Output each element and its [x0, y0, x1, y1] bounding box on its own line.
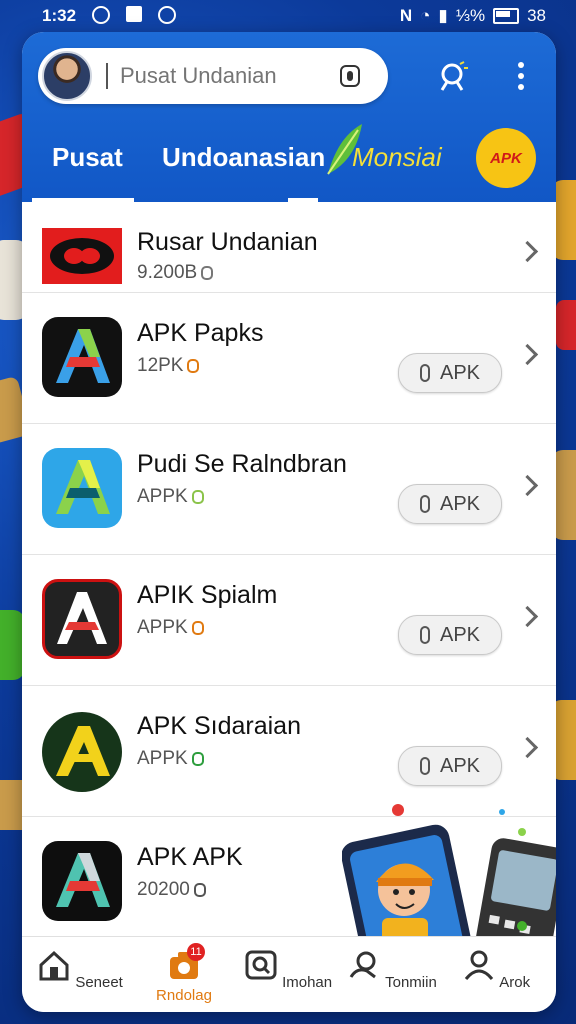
info-icon — [191, 752, 204, 766]
app-icon — [42, 448, 122, 528]
app-icon — [42, 841, 122, 921]
info-icon — [191, 490, 204, 504]
clip-icon — [419, 626, 430, 644]
app-subtitle: APPK — [137, 617, 204, 639]
nav-item-profile[interactable]: Arok — [446, 949, 546, 991]
battery-percent: ⅓% — [455, 6, 486, 25]
notification-count-badge: 11 — [187, 943, 205, 961]
photo-status-icon — [126, 6, 142, 22]
app-logo-icon — [42, 228, 122, 284]
avatar[interactable] — [42, 51, 92, 101]
more-menu-icon[interactable] — [518, 62, 524, 92]
clip-icon — [419, 757, 430, 775]
chevron-right-icon[interactable] — [516, 240, 539, 263]
nav-label: Arok — [499, 974, 531, 991]
chevron-right-icon[interactable] — [516, 605, 539, 628]
chat-icon — [349, 951, 377, 979]
tab-undoanasian[interactable]: Undoanasian — [162, 142, 325, 173]
tab-monsiai[interactable]: Monsiai — [352, 142, 442, 173]
clip-icon — [419, 495, 430, 513]
chevron-right-icon[interactable] — [516, 343, 539, 366]
nav-item-chat[interactable]: Tonmiin — [342, 949, 442, 991]
info-icon — [201, 266, 214, 280]
status-time: 1:32 — [42, 6, 77, 25]
clip-icon — [419, 364, 430, 382]
background-decoration — [556, 300, 576, 350]
app-window: Pusat Undoanasian Monsiai APK Rusar Unda… — [22, 32, 556, 1012]
profile-icon — [464, 950, 494, 980]
bottom-navigation: Seneet 11 Rndolag Imohan Tonmiin Arok — [22, 936, 556, 1012]
tab-pusat[interactable]: Pusat — [52, 142, 123, 173]
list-item[interactable]: Pudi Se Ralndbran APPK APK — [22, 424, 556, 555]
apk-download-button[interactable]: APK — [398, 746, 502, 786]
tab-bar: Pusat Undoanasian Monsiai APK — [22, 124, 556, 202]
app-title: APK Sıdaraian — [137, 712, 301, 740]
nav-label: Imohan — [282, 974, 333, 991]
list-item[interactable]: APIK Spialm APPK APK — [22, 555, 556, 686]
tab-indicator — [32, 198, 134, 202]
text-cursor — [106, 63, 108, 89]
camera-icon: 11 — [167, 943, 205, 981]
nav-label: Tonmiin — [385, 974, 437, 991]
app-subtitle: 9.200B — [137, 262, 214, 284]
status-bar: 1:32 N ◔ ▮ ⅓% 38 — [0, 0, 576, 32]
app-title: APK Papks — [137, 319, 264, 347]
apk-download-button[interactable]: APK — [398, 615, 502, 655]
app-icon — [42, 712, 122, 792]
nfc-icon: N — [399, 6, 413, 25]
search-bar[interactable] — [38, 48, 388, 104]
app-header: Pusat Undoanasian Monsiai APK — [22, 32, 556, 202]
chevron-right-icon[interactable] — [516, 736, 539, 759]
app-subtitle: APPK — [137, 486, 204, 508]
status-extra: 38 — [527, 6, 546, 25]
signal-icon: ▮ — [438, 6, 448, 25]
app-icon — [42, 317, 122, 397]
app-title: Rusar Undanian — [137, 228, 318, 256]
notification-bell-icon[interactable] — [438, 60, 470, 92]
list-item[interactable]: APK Sıdaraian APPK APK — [22, 686, 556, 817]
nav-item-home[interactable]: Seneet — [30, 949, 130, 991]
wifi-icon: ◔ — [420, 6, 431, 25]
app-subtitle: 20200 — [137, 879, 206, 901]
info-icon — [187, 359, 200, 373]
app-subtitle: APPK — [137, 748, 204, 770]
nav-item-camera[interactable]: 11 Rndolag — [134, 943, 234, 1004]
tab-indicator-secondary — [288, 198, 318, 202]
chevron-right-icon[interactable] — [516, 474, 539, 497]
list-item[interactable]: Rusar Undanian 9.200B — [22, 204, 556, 293]
info-icon — [193, 883, 206, 897]
apk-burst-badge[interactable]: APK — [480, 132, 532, 184]
nav-label: Rndolag — [156, 987, 212, 1004]
app-icon — [42, 579, 122, 659]
voice-search-icon[interactable] — [340, 65, 360, 87]
apk-download-button[interactable]: APK — [398, 484, 502, 524]
app-title: APIK Spialm — [137, 581, 278, 609]
nav-item-search[interactable]: Imohan — [238, 949, 338, 991]
app-subtitle: 12PK — [137, 355, 200, 377]
nav-label: Seneet — [75, 974, 123, 991]
battery-icon — [493, 8, 520, 24]
app-title: APK APK — [137, 843, 243, 871]
list-item[interactable]: APK Papks 12PK APK — [22, 293, 556, 424]
settings-status-icon — [92, 6, 110, 24]
app-title: Pudi Se Ralndbran — [137, 450, 347, 478]
info-icon — [191, 621, 204, 635]
location-status-icon — [158, 6, 176, 24]
search-icon — [245, 950, 277, 980]
apk-download-button[interactable]: APK — [398, 353, 502, 393]
home-icon — [39, 950, 69, 981]
search-input[interactable] — [118, 62, 332, 90]
